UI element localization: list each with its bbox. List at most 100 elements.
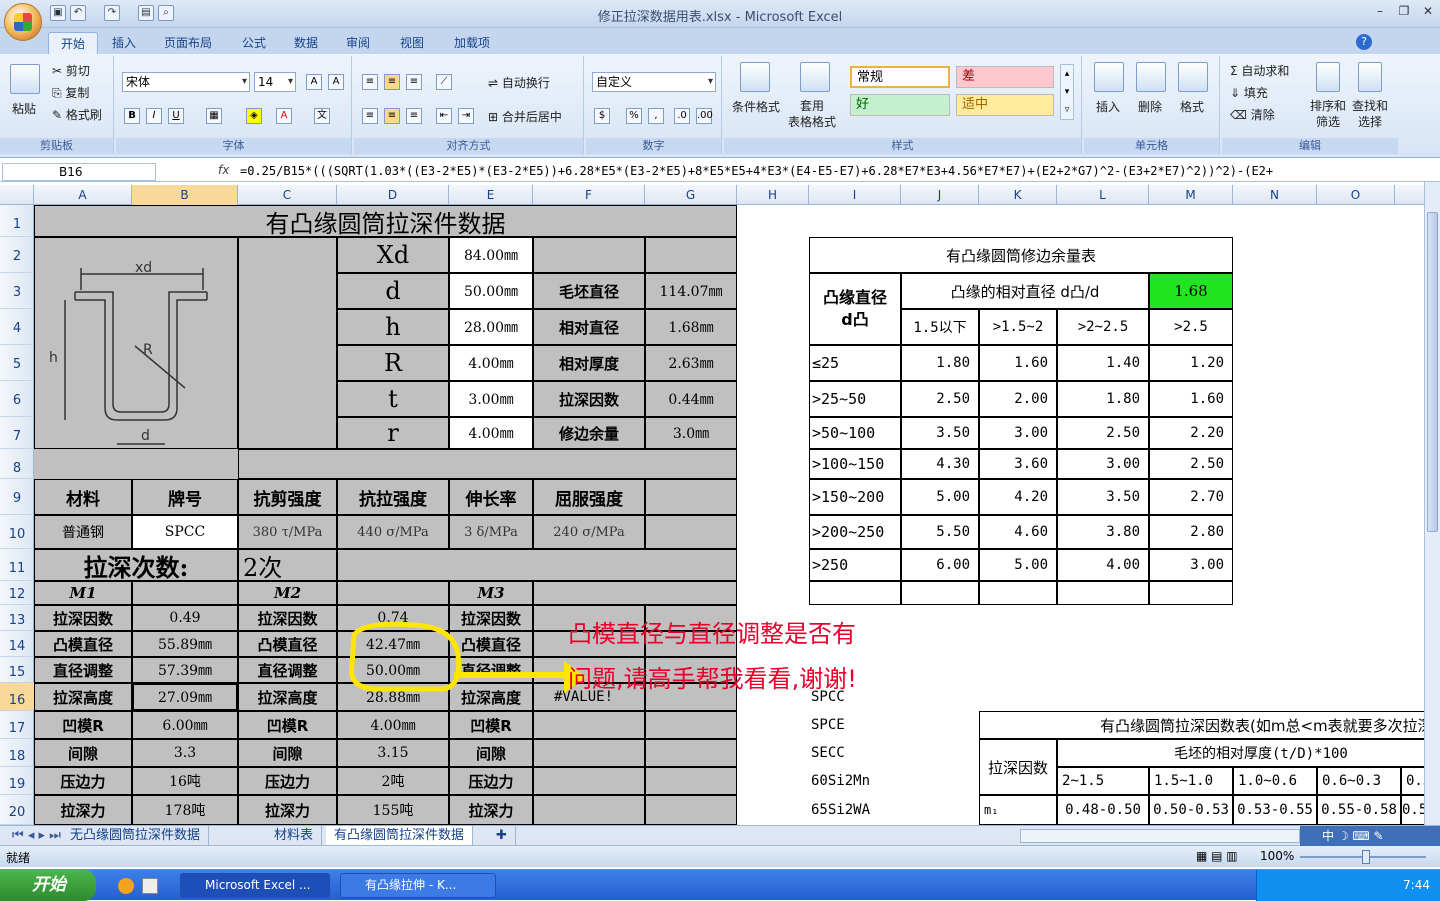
row-header[interactable]: 14	[0, 631, 34, 657]
row-header[interactable]: 20	[0, 795, 34, 825]
trim-value[interactable]: 4.00	[1057, 549, 1149, 581]
delete-cells-button[interactable]: 删除	[1138, 98, 1162, 115]
font-color-icon[interactable]: A	[276, 108, 292, 124]
tab-review[interactable]: 审阅	[334, 32, 382, 54]
param-label[interactable]	[533, 237, 645, 273]
task-browser[interactable]: 有凸缘拉伸 - K...	[340, 873, 496, 898]
minimize-icon[interactable]: –	[1370, 4, 1390, 20]
style-bad[interactable]: 差	[956, 66, 1054, 88]
clear-button[interactable]: ⌫ 清除	[1230, 106, 1275, 123]
m-row-label[interactable]: 直径调整	[34, 657, 132, 683]
trim-row-header[interactable]: 凸缘直径 d凸	[809, 273, 901, 345]
sheet-tab-active[interactable]: 有凸缘圆筒拉深件数据	[326, 826, 474, 845]
m-row-label[interactable]: 拉深力	[34, 795, 132, 825]
fill-color-icon[interactable]: ◈	[246, 108, 262, 124]
m-row-label[interactable]: 拉深因数	[34, 605, 132, 631]
paste-icon[interactable]	[10, 64, 40, 94]
row-header[interactable]: 18	[0, 739, 34, 767]
trim-rel-label[interactable]: 凸缘的相对直径 d凸/d	[901, 273, 1149, 309]
trim-value[interactable]: 2.20	[1149, 417, 1233, 449]
trim-value[interactable]: 6.00	[901, 549, 979, 581]
select-all-corner[interactable]	[0, 185, 34, 205]
param-symbol[interactable]: h	[337, 309, 449, 345]
row-header[interactable]: 2	[0, 237, 34, 273]
material-grade[interactable]: SPCC	[132, 515, 238, 549]
style-neutral[interactable]: 适中	[956, 94, 1054, 116]
row-header[interactable]: 7	[0, 417, 34, 449]
trim-range[interactable]: >200~250	[809, 515, 901, 549]
underline-button[interactable]: U	[168, 108, 184, 124]
increase-indent-icon[interactable]: ⇥	[458, 108, 474, 124]
trim-value[interactable]: 2.50	[1149, 449, 1233, 479]
styles-scroll-icon[interactable]: ▴ ▾ ▿	[1060, 64, 1074, 120]
tab-home[interactable]: 开始	[48, 32, 99, 54]
tab-data[interactable]: 数据	[282, 32, 330, 54]
trim-value[interactable]: 2.50	[901, 381, 979, 417]
row-header[interactable]: 8	[0, 449, 34, 479]
orientation-icon[interactable]: ⟋	[436, 74, 452, 90]
trim-value[interactable]: 3.60	[979, 449, 1057, 479]
material-list-item[interactable]: SECC	[809, 739, 901, 767]
trim-range[interactable]: >100~150	[809, 449, 901, 479]
m-row-value[interactable]	[533, 795, 645, 825]
trim-value[interactable]: 4.30	[901, 449, 979, 479]
row-header[interactable]: 1	[0, 205, 34, 237]
material-list-item[interactable]: 65Si2WA	[809, 795, 901, 825]
material-value[interactable]: 3 δ/MPa	[449, 515, 533, 549]
factor-m-label[interactable]: m₁	[979, 795, 1057, 825]
param-value[interactable]: 4.00㎜	[449, 345, 533, 381]
increase-decimal-icon[interactable]: .0	[674, 108, 690, 124]
bold-button[interactable]: B	[124, 108, 140, 124]
m-row-label[interactable]: 凸模直径	[34, 631, 132, 657]
m-row-value[interactable]: 57.39㎜	[132, 657, 238, 683]
m-row-value[interactable]: 4.00㎜	[337, 711, 449, 739]
column-header[interactable]: B	[132, 185, 238, 205]
conditional-format-icon[interactable]	[740, 62, 770, 92]
column-header[interactable]: E	[449, 185, 533, 205]
trim-col-header[interactable]: >2.5	[1149, 309, 1233, 345]
m-row-label[interactable]: 压边力	[238, 767, 337, 795]
row-header[interactable]: 6	[0, 381, 34, 417]
m-row-label[interactable]: 间隙	[449, 739, 533, 767]
m-row-value[interactable]	[533, 711, 645, 739]
material-header[interactable]: 屈服强度	[533, 479, 645, 515]
worksheet-grid[interactable]: 有凸缘圆筒拉深件数据 xd h R d Xd 84.00㎜ d 50.00㎜ 毛…	[34, 205, 1428, 825]
row-header[interactable]: 9	[0, 479, 34, 515]
material-value[interactable]: 440 σ/MPa	[337, 515, 449, 549]
trim-value[interactable]: 3.00	[1057, 449, 1149, 479]
clock[interactable]: 7:44	[1403, 878, 1430, 892]
param-symbol[interactable]: R	[337, 345, 449, 381]
ime-toolbar[interactable]: 中 ☽ ⌨ ✎	[1300, 826, 1440, 846]
column-header[interactable]: J	[901, 185, 979, 205]
delete-cells-icon[interactable]	[1136, 62, 1166, 92]
empty-cell[interactable]	[901, 581, 979, 605]
tab-page-layout[interactable]: 页面布局	[152, 32, 224, 54]
factor-sub-header[interactable]: 毛坯的相对厚度(t/D)*100	[1057, 739, 1428, 767]
material-header[interactable]: 伸长率	[449, 479, 533, 515]
m-row-label[interactable]: 直径调整	[238, 657, 337, 683]
factor-table-title[interactable]: 有凸缘圆筒拉深因数表(如m总<m表就要多次拉深	[979, 711, 1428, 739]
trim-value[interactable]: 3.00	[1149, 549, 1233, 581]
help-icon[interactable]: ?	[1356, 34, 1372, 50]
insert-cells-button[interactable]: 插入	[1096, 98, 1120, 115]
m-row-label[interactable]: 拉深因数	[238, 605, 337, 631]
paste-button[interactable]: 粘贴	[12, 100, 36, 117]
empty-cell[interactable]	[645, 767, 737, 795]
m-row-label[interactable]: 凹模R	[449, 711, 533, 739]
trim-range[interactable]: >150~200	[809, 479, 901, 515]
trim-value[interactable]: 3.80	[1057, 515, 1149, 549]
trim-value[interactable]: 1.60	[1149, 381, 1233, 417]
factor-col-header[interactable]: 1.0~0.6	[1233, 767, 1317, 795]
trim-value[interactable]: 2.70	[1149, 479, 1233, 515]
factor-row-header[interactable]: 拉深因数	[979, 739, 1057, 795]
row-header[interactable]: 4	[0, 309, 34, 345]
m-row-value[interactable]: 6.00㎜	[132, 711, 238, 739]
empty-cell[interactable]	[645, 795, 737, 825]
param-value[interactable]: 4.00㎜	[449, 417, 533, 449]
insert-cells-icon[interactable]	[1094, 62, 1124, 92]
scroll-thumb[interactable]	[1427, 212, 1438, 532]
sheet-tab[interactable]: 材料表	[266, 826, 323, 845]
trim-value[interactable]: 4.60	[979, 515, 1057, 549]
insert-sheet-icon[interactable]: ✚	[488, 826, 516, 845]
empty-cell[interactable]	[238, 449, 737, 479]
